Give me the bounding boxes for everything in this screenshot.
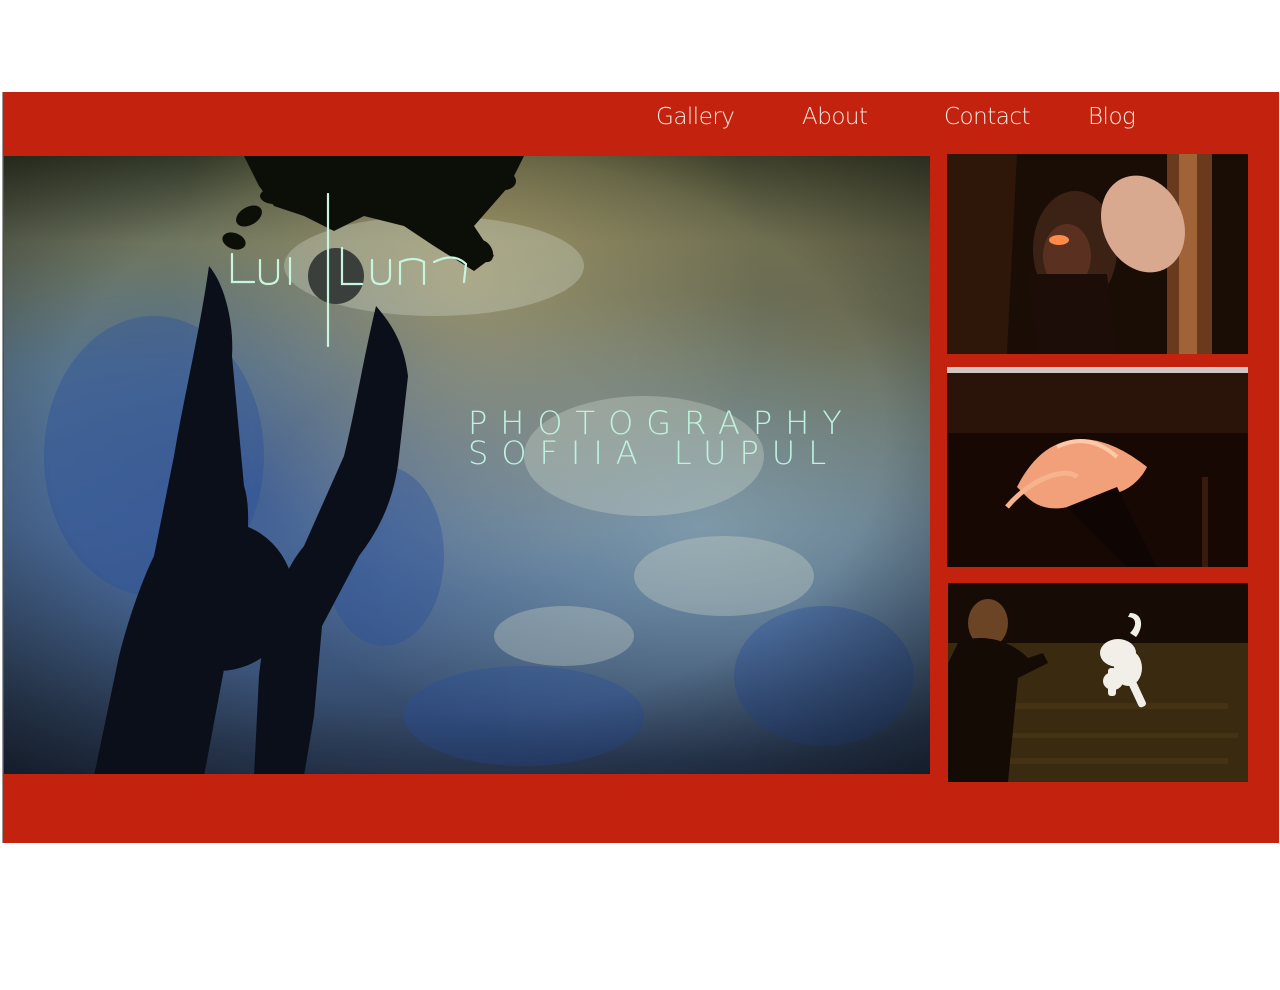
girl-with-white-dog-photo [948, 583, 1248, 782]
nav-contact-link[interactable]: Contact [944, 104, 1030, 130]
nav-gallery-link[interactable]: Gallery [656, 104, 735, 130]
thumbnail-girl-with-hat[interactable] [947, 154, 1248, 354]
thumbnail-flying-hair[interactable] [947, 367, 1248, 567]
girl-with-hat-photo [947, 154, 1248, 354]
hero-image: PHOTOGRAPHY SOFIIA LUPUL [4, 156, 930, 774]
main-nav: Gallery About Contact Blog [0, 104, 1280, 136]
thumbnail-girl-with-white-dog[interactable] [948, 583, 1248, 782]
nav-blog-link[interactable]: Blog [1088, 104, 1136, 130]
hero-title: PHOTOGRAPHY SOFIIA LUPUL [468, 407, 855, 472]
hero-title-line2: SOFIIA LUPUL [468, 434, 840, 472]
flying-hair-photo [947, 367, 1248, 567]
nav-about-link[interactable]: About [802, 104, 868, 130]
